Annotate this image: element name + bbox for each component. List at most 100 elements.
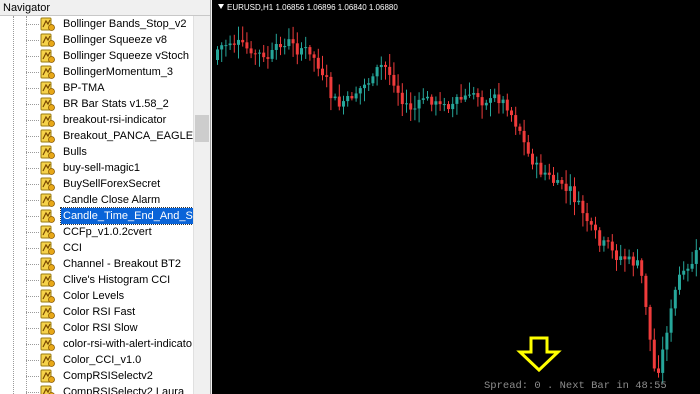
candle-body [342, 101, 345, 107]
candle-body [300, 48, 303, 55]
candle-body [258, 52, 261, 54]
navigator-item-label: Clive's Histogram CCI [63, 274, 171, 286]
custom-indicator-icon [40, 161, 55, 175]
custom-indicator-icon [40, 65, 55, 79]
candle-body [308, 47, 312, 55]
tree-branch-line [26, 344, 39, 345]
candle-body [552, 174, 555, 183]
navigator-item[interactable]: CompRSISelectv2 [26, 368, 193, 384]
navigator-item[interactable]: CCFp_v1.0.2cvert [26, 224, 193, 240]
candle-body [598, 230, 602, 246]
navigator-item[interactable]: Bollinger Squeeze vStoch [26, 48, 193, 64]
navigator-item[interactable]: Bollinger Squeeze v8 [26, 32, 193, 48]
navigator-item[interactable]: breakout-rsi-indicator [26, 112, 193, 128]
candle-body [526, 142, 530, 154]
navigator-item-label: buy-sell-magic1 [63, 162, 141, 174]
candle-body [547, 172, 551, 175]
candle-body [468, 94, 471, 96]
navigator-item[interactable]: BP-TMA [26, 80, 193, 96]
navigator-item-label: Bulls [63, 146, 87, 158]
navigator-item[interactable]: CompRSISelectv2 Laura [26, 384, 193, 394]
tree-branch-line [26, 328, 39, 329]
tree-branch-line [26, 376, 39, 377]
candle-body [447, 104, 450, 110]
candle-body [505, 99, 509, 111]
navigator-item-label: Color RSI Fast [63, 306, 136, 318]
tree-branch-line [26, 136, 39, 137]
candle-body [585, 213, 589, 222]
navigator-item[interactable]: Color RSI Slow [26, 320, 193, 336]
candle-body [316, 57, 320, 69]
candle-body [400, 92, 404, 105]
navigator-item[interactable]: Color_CCI_v1.0 [26, 352, 193, 368]
navigator-scrollbar[interactable] [193, 16, 210, 394]
spread-next-bar-status: Spread: 0 . Next Bar in 48:55 [484, 380, 667, 392]
navigator-item[interactable]: BollingerMomentum_3 [26, 64, 193, 80]
candle-body [657, 368, 660, 373]
tree-branch-line [26, 56, 39, 57]
candle-body [367, 83, 371, 85]
navigator-item[interactable]: Candle_Time_End_And_Spre [26, 207, 193, 225]
candle-body [678, 274, 681, 290]
candle-body [484, 102, 488, 106]
navigator-item[interactable]: Bulls [26, 144, 193, 160]
candle-body [539, 162, 543, 175]
candle-body [644, 275, 648, 307]
navigator-item-label: Bollinger Squeeze v8 [63, 34, 167, 46]
navigator-item[interactable]: color-rsi-with-alert-indicato [26, 336, 193, 352]
navigator-item-label: CompRSISelectv2 Laura [63, 386, 185, 394]
candle-body [249, 48, 253, 54]
candle-body [652, 339, 656, 369]
candle-body [426, 96, 429, 99]
candle-body [455, 96, 459, 104]
candle-body [442, 104, 446, 106]
custom-indicator-icon [40, 257, 55, 271]
custom-indicator-icon [40, 289, 55, 303]
navigator-item-label: BP-TMA [63, 82, 105, 94]
navigator-item-label: color-rsi-with-alert-indicato [63, 338, 192, 350]
candle-body [438, 101, 442, 105]
custom-indicator-icon [40, 49, 55, 63]
candle-body [594, 224, 597, 231]
navigator-item[interactable]: Breakout_PANCA_EAGLE [26, 128, 193, 144]
candle-body [304, 47, 308, 49]
price-chart[interactable]: EURUSD,H1 1.06856 1.06896 1.06840 1.0688… [212, 0, 700, 394]
candle-body [312, 54, 316, 58]
candle-body [615, 250, 618, 261]
candle-body [413, 108, 417, 110]
navigator-item[interactable]: Color RSI Fast [26, 304, 193, 320]
candle-body [510, 110, 513, 116]
navigator-item-label: Bollinger Squeeze vStoch [63, 50, 189, 62]
tree-branch-line [26, 392, 39, 393]
candle-body [375, 67, 379, 77]
navigator-item[interactable]: Color Levels [26, 288, 193, 304]
navigator-item[interactable]: Clive's Histogram CCI [26, 272, 193, 288]
navigator-item-label: Candle Close Alarm [63, 194, 161, 206]
candle-body [463, 95, 467, 100]
navigator-item[interactable]: BR Bar Stats v1.58_2 [26, 96, 193, 112]
candle-body [589, 221, 593, 225]
navigator-item[interactable]: Bollinger Bands_Stop_v2 [26, 16, 193, 32]
candle-body [430, 96, 434, 105]
candle-body [363, 84, 366, 89]
navigator-item-label: BR Bar Stats v1.58_2 [63, 98, 169, 110]
dropdown-triangle-icon[interactable] [218, 4, 224, 9]
tree-connector-line [13, 16, 14, 394]
candle-body [270, 49, 274, 59]
scrollbar-thumb[interactable] [195, 115, 209, 142]
navigator-item[interactable]: buy-sell-magic1 [26, 160, 193, 176]
navigator-item[interactable]: BuySellForexSecret [26, 176, 193, 192]
navigator-item[interactable]: Channel - Breakout BT2 [26, 256, 193, 272]
navigator-item[interactable]: CCI [26, 240, 193, 256]
tree-branch-line [26, 104, 39, 105]
navigator-item-label: Breakout_PANCA_EAGLE [63, 130, 193, 142]
navigator-item[interactable]: Candle Close Alarm [26, 192, 193, 208]
custom-indicator-icon [40, 97, 55, 111]
candle-body [686, 268, 690, 271]
candle-body [636, 260, 639, 266]
candlestick-plot [216, 26, 700, 384]
candle-body [325, 75, 329, 77]
candle-body [480, 97, 484, 106]
navigator-item-label: Channel - Breakout BT2 [63, 258, 182, 270]
candle-body [354, 93, 358, 99]
